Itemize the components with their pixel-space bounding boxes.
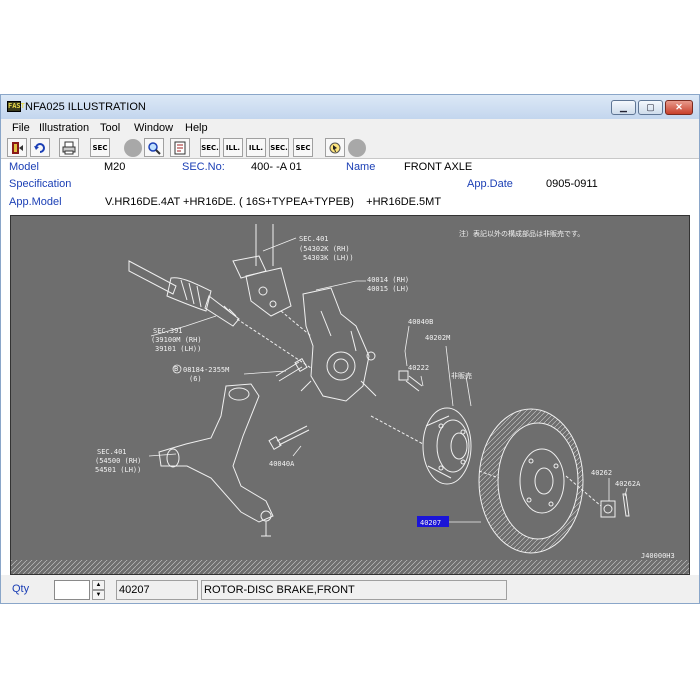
drawing-number: J40000H3 bbox=[641, 552, 675, 560]
appmodel-value: V.HR16DE.4AT +HR16DE. ( 16S+TYPEA+TYPEB)… bbox=[105, 196, 442, 208]
status-light-icon bbox=[124, 139, 142, 157]
wheel-hub-drawing bbox=[370, 407, 472, 485]
bolts-drawing bbox=[268, 357, 423, 451]
washer-and-pin-drawing bbox=[600, 493, 630, 518]
part-number-field: 40207 bbox=[116, 580, 198, 600]
qty-decrement-button[interactable]: ▼ bbox=[92, 590, 105, 600]
book-icon[interactable] bbox=[170, 138, 190, 157]
back-icon[interactable] bbox=[30, 138, 50, 157]
print-icon[interactable] bbox=[59, 138, 79, 157]
menu-bar: File Illustration Tool Window Help bbox=[1, 119, 699, 137]
specification-label: Specification bbox=[9, 178, 72, 190]
note-text: 注）表記以外の構成部品は非販売です。 bbox=[459, 229, 584, 238]
model-label: Model bbox=[9, 161, 39, 173]
label-40040a: 40040A bbox=[269, 460, 295, 468]
qty-label: Qty bbox=[12, 583, 30, 595]
sec-next-icon[interactable]: SEC. bbox=[269, 138, 289, 157]
label-54501: 54501 (LH)) bbox=[95, 466, 141, 474]
illustration-window: FAST NFA025 ILLUSTRATION ▁ ▢ ✕ File Illu… bbox=[0, 94, 700, 604]
label-40015: 40015 (LH) bbox=[367, 285, 409, 293]
hatch-strip bbox=[11, 560, 689, 574]
label-40040b: 40040B bbox=[408, 318, 433, 326]
label-54302k: (54302K (RH) bbox=[299, 245, 350, 253]
toolbar: SEC SEC. ILL. ILL. SEC. SEC bbox=[1, 137, 699, 159]
appdate-label: App.Date bbox=[467, 178, 513, 190]
label-sec401-top: SEC.401 bbox=[299, 235, 329, 243]
svg-text:B: B bbox=[174, 365, 178, 373]
sec-prev-icon[interactable]: SEC. bbox=[200, 138, 220, 157]
label-hihanbai: 非販売 bbox=[451, 371, 472, 380]
close-button[interactable]: ✕ bbox=[665, 100, 693, 115]
label-08184-group: B 08184-2355M (6) bbox=[172, 364, 229, 383]
label-08184-qty: (6) bbox=[189, 375, 202, 383]
selected-part-40207[interactable]: 40207 bbox=[417, 516, 449, 527]
label-40202m: 40202M bbox=[425, 334, 450, 342]
minimize-button[interactable]: ▁ bbox=[611, 100, 636, 115]
title-bar[interactable]: FAST NFA025 ILLUSTRATION ▁ ▢ ✕ bbox=[1, 95, 699, 119]
qty-increment-button[interactable]: ▲ bbox=[92, 580, 105, 590]
secno-value: 400- -A 01 bbox=[251, 161, 302, 173]
name-label: Name bbox=[346, 161, 376, 173]
label-40207: 40207 bbox=[420, 519, 441, 527]
ill-next-icon[interactable]: ILL. bbox=[246, 138, 266, 157]
menu-help[interactable]: Help bbox=[185, 122, 208, 134]
window-title: NFA025 ILLUSTRATION bbox=[25, 101, 146, 113]
label-54303k: 54303K (LH)) bbox=[303, 254, 354, 262]
label-40014: 40014 (RH) bbox=[367, 276, 409, 284]
sec-query-icon[interactable]: SEC bbox=[293, 138, 313, 157]
info-panel: Model M20 SEC.No: 400- -A 01 Name FRONT … bbox=[1, 159, 699, 215]
appmodel-label: App.Model bbox=[9, 196, 62, 208]
label-54500: (54500 (RH) bbox=[95, 457, 141, 465]
menu-window[interactable]: Window bbox=[134, 122, 173, 134]
exit-icon[interactable] bbox=[7, 138, 27, 157]
label-08184: 08184-2355M bbox=[183, 366, 229, 374]
label-39101: 39101 (LH)) bbox=[155, 345, 201, 353]
part-name-field: ROTOR-DISC BRAKE,FRONT bbox=[201, 580, 507, 600]
secno-label: SEC.No: bbox=[182, 161, 225, 173]
sec-icon[interactable]: SEC bbox=[90, 138, 110, 157]
label-40262: 40262 bbox=[591, 469, 612, 477]
label-39100m: (39100M (RH) bbox=[151, 336, 202, 344]
steering-knuckle-drawing bbox=[300, 287, 377, 402]
appdate-value: 0905-0911 bbox=[546, 178, 598, 190]
maximize-button[interactable]: ▢ bbox=[638, 100, 663, 115]
app-icon: FAST bbox=[7, 101, 25, 112]
exploded-diagram: 注）表記以外の構成部品は非販売です。 SEC.401 (54302K (RH) … bbox=[11, 224, 689, 574]
label-sec391: SEC.391 bbox=[153, 327, 183, 335]
label-40262a: 40262A bbox=[615, 480, 641, 488]
label-40222: 40222 bbox=[408, 364, 429, 372]
parts-illustration[interactable]: 注）表記以外の構成部品は非販売です。 SEC.401 (54302K (RH) … bbox=[10, 215, 690, 575]
name-value: FRONT AXLE bbox=[404, 161, 473, 173]
label-sec401-bottom: SEC.401 bbox=[97, 448, 127, 456]
menu-file[interactable]: File bbox=[12, 122, 30, 134]
pointer-icon[interactable] bbox=[325, 138, 345, 157]
menu-tool[interactable]: Tool bbox=[100, 122, 120, 134]
status-bar: Qty ▲ ▼ 40207 ROTOR-DISC BRAKE,FRONT bbox=[1, 575, 699, 603]
status-light-icon bbox=[348, 139, 366, 157]
menu-illustration[interactable]: Illustration bbox=[39, 122, 89, 134]
model-value: M20 bbox=[104, 161, 126, 173]
disc-rotor-drawing bbox=[478, 408, 602, 554]
lower-arm-drawing bbox=[158, 383, 274, 537]
qty-input[interactable] bbox=[54, 580, 90, 600]
ill-prev-icon[interactable]: ILL. bbox=[223, 138, 243, 157]
find-icon[interactable] bbox=[144, 138, 164, 157]
